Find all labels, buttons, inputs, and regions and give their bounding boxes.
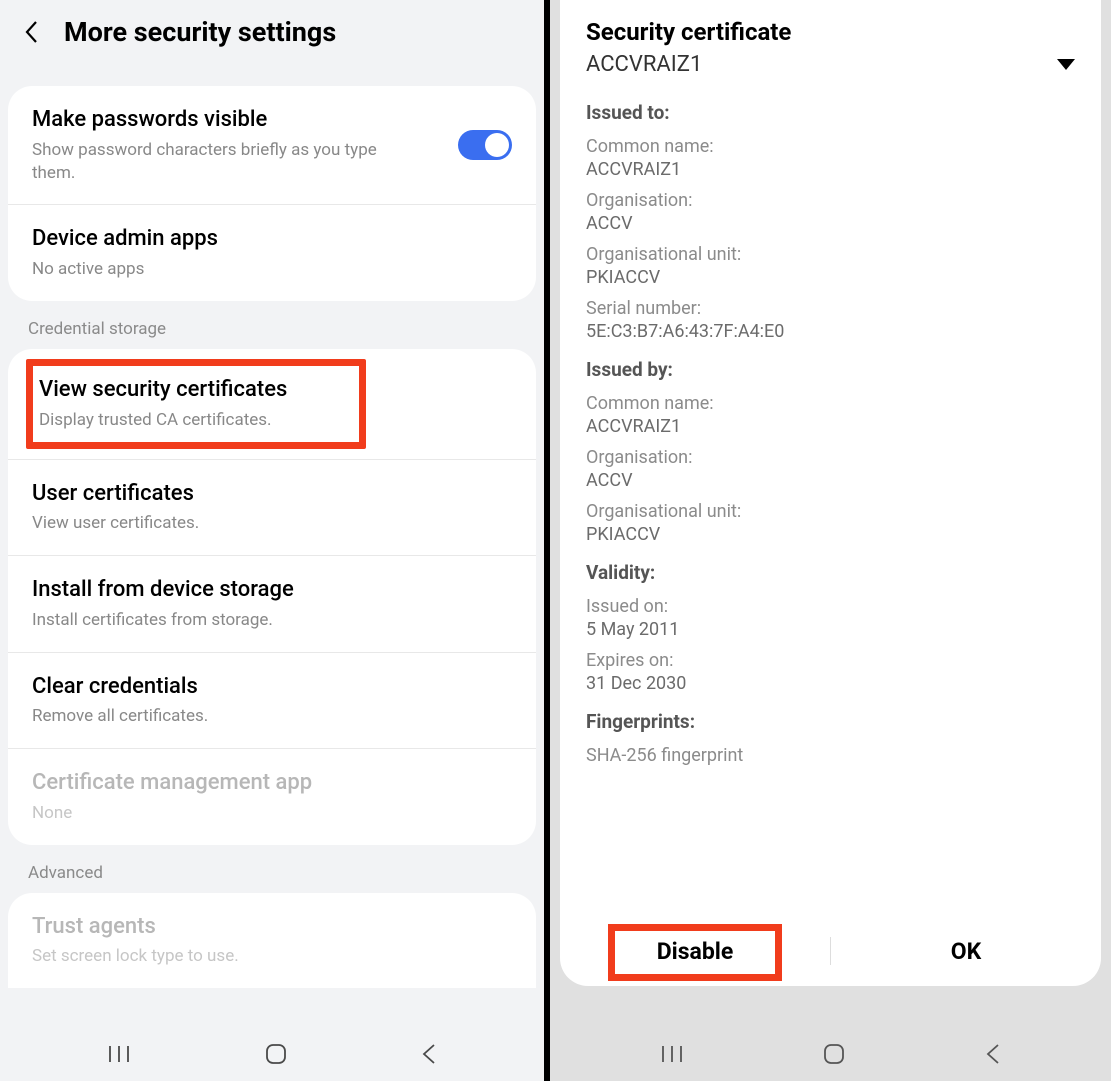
row-trust-agents[interactable]: Trust agents Set screen lock type to use… (8, 893, 536, 989)
heading-issued-to: Issued to: (586, 101, 1075, 124)
nav-back[interactable] (420, 1042, 438, 1066)
section-credential-storage: Credential storage (0, 301, 544, 349)
row-user-certs[interactable]: User certificates View user certificates… (8, 459, 536, 556)
card-basic: Make passwords visible Show password cha… (8, 86, 536, 301)
ok-label: OK (951, 938, 981, 965)
row-sub: Show password characters briefly as you … (32, 139, 412, 185)
row-title: Trust agents (32, 913, 512, 942)
label-serial: Serial number: (586, 298, 1075, 319)
back-icon (420, 1042, 438, 1066)
row-title: Make passwords visible (32, 106, 512, 135)
heading-validity: Validity: (586, 561, 1075, 584)
label-by-ou: Organisational unit: (586, 501, 1075, 522)
card-advanced: Trust agents Set screen lock type to use… (8, 893, 536, 989)
cert-name: ACCVRAIZ1 (586, 52, 702, 77)
label-sha256: SHA-256 fingerprint (586, 745, 1075, 766)
value-organisation: ACCV (586, 213, 1075, 234)
row-sub: Install certificates from storage. (32, 609, 512, 632)
heading-issued-by: Issued by: (586, 358, 1075, 381)
card-credentials: View security certificates Display trust… (8, 349, 536, 845)
value-by-ou: PKIACCV (586, 524, 1075, 545)
value-ou: PKIACCV (586, 267, 1075, 288)
header: More security settings (0, 0, 544, 68)
nav-recents[interactable] (106, 1043, 132, 1065)
back-button[interactable] (18, 18, 46, 46)
row-passwords-visible[interactable]: Make passwords visible Show password cha… (8, 86, 536, 204)
value-by-common-name: ACCVRAIZ1 (586, 416, 1075, 437)
disable-label: Disable (657, 938, 734, 965)
nav-back[interactable] (984, 1042, 1002, 1066)
back-icon (984, 1042, 1002, 1066)
nav-home[interactable] (264, 1042, 288, 1066)
value-by-organisation: ACCV (586, 470, 1075, 491)
certificate-sheet: Security certificate ACCVRAIZ1 Issued to… (560, 0, 1101, 986)
row-clear-credentials[interactable]: Clear credentials Remove all certificate… (8, 652, 536, 749)
chevron-left-icon (24, 20, 40, 44)
recents-icon (659, 1043, 685, 1065)
nav-home[interactable] (822, 1042, 846, 1066)
row-title: Certificate management app (32, 769, 512, 798)
row-sub: View user certificates. (32, 512, 512, 535)
label-issued-on: Issued on: (586, 596, 1075, 617)
label-common-name: Common name: (586, 136, 1075, 157)
chevron-down-icon (1057, 59, 1075, 71)
row-sub: Remove all certificates. (32, 705, 512, 728)
row-view-security-certs[interactable]: View security certificates Display trust… (8, 349, 536, 459)
passwords-toggle[interactable] (458, 130, 512, 160)
row-sub: None (32, 802, 512, 825)
recents-icon (106, 1043, 132, 1065)
label-by-common-name: Common name: (586, 393, 1075, 414)
row-title: Clear credentials (32, 673, 512, 702)
value-expires-on: 31 Dec 2030 (586, 673, 1075, 694)
nav-bar-right (550, 1026, 1111, 1081)
row-sub: No active apps (32, 258, 512, 281)
sheet-title: Security certificate (586, 18, 1075, 46)
nav-bar (0, 1026, 544, 1081)
label-ou: Organisational unit: (586, 244, 1075, 265)
row-title: Install from device storage (32, 576, 512, 605)
label-expires-on: Expires on: (586, 650, 1075, 671)
home-icon (822, 1042, 846, 1066)
row-title: User certificates (32, 480, 512, 509)
row-sub: Display trusted CA certificates. (39, 409, 345, 432)
row-sub: Set screen lock type to use. (32, 945, 512, 968)
row-title: Device admin apps (32, 225, 512, 254)
highlight-view-certs: View security certificates Display trust… (26, 359, 366, 449)
page-title: More security settings (64, 16, 336, 48)
label-organisation: Organisation: (586, 190, 1075, 211)
row-cert-mgmt-app[interactable]: Certificate management app None (8, 748, 536, 845)
label-by-organisation: Organisation: (586, 447, 1075, 468)
button-row: Disable OK (560, 916, 1101, 986)
row-install-storage[interactable]: Install from device storage Install cert… (8, 555, 536, 652)
row-device-admin[interactable]: Device admin apps No active apps (8, 204, 536, 301)
value-issued-on: 5 May 2011 (586, 619, 1075, 640)
nav-recents[interactable] (659, 1043, 685, 1065)
heading-fingerprints: Fingerprints: (586, 710, 1075, 733)
ok-button[interactable]: OK (831, 928, 1101, 975)
section-advanced: Advanced (0, 845, 544, 893)
value-serial: 5E:C3:B7:A6:43:7F:A4:E0 (586, 321, 1075, 342)
disable-button[interactable]: Disable (560, 928, 830, 975)
row-title: View security certificates (39, 376, 345, 405)
certificate-pane: Security certificate ACCVRAIZ1 Issued to… (544, 0, 1111, 1081)
settings-pane: More security settings Make passwords vi… (0, 0, 544, 1081)
certificate-dropdown[interactable]: ACCVRAIZ1 (586, 52, 1075, 77)
value-common-name: ACCVRAIZ1 (586, 159, 1075, 180)
home-icon (264, 1042, 288, 1066)
